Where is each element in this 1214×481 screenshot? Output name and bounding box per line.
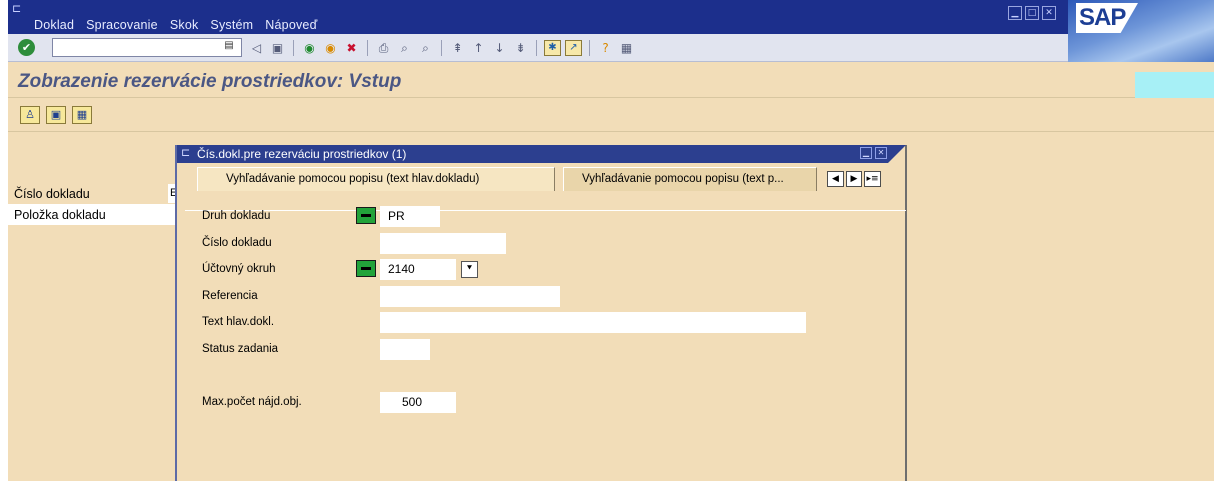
find-icon[interactable]: ⌕	[396, 40, 413, 56]
tab-search-item-text[interactable]: Vyhľadávanie pomocou popisu (text p...	[563, 167, 817, 191]
uctovny-okruh-input[interactable]	[380, 259, 456, 280]
max-pocet-input[interactable]	[380, 392, 456, 413]
last-page-icon[interactable]: ⇟	[512, 40, 529, 56]
exit-icon[interactable]: ◉	[322, 40, 339, 56]
popup-close-icon[interactable]: ✕	[875, 147, 887, 159]
menu-item-system[interactable]: Systém	[210, 18, 253, 32]
text-hlav-dokl-label: Text hlav.dokl.	[202, 316, 275, 328]
back-icon[interactable]: ◁	[248, 40, 265, 56]
druh-dokladu-label: Druh dokladu	[202, 210, 271, 222]
save-icon[interactable]: ▣	[269, 40, 286, 56]
background-row-cislo-dokladu: Číslo dokladu E	[8, 183, 180, 204]
shortcut-icon[interactable]: ↗	[565, 40, 582, 56]
tab-navigation: ◀ ▶ ▸≡	[827, 171, 881, 187]
background-label: Položka dokladu	[14, 208, 106, 222]
row-uctovny-okruh: Účtovný okruh ⯆	[177, 258, 877, 280]
popup-title-bar: ⊏ Čís.dokl.pre rezerváciu prostriedkov (…	[177, 145, 906, 163]
toolbar-separator	[367, 40, 368, 56]
row-max-pocet: Max.počet nájd.obj.	[177, 391, 877, 413]
tab-scroll-right-icon[interactable]: ▶	[846, 171, 862, 187]
search-help-popup: ⊏ Čís.dokl.pre rezerváciu prostriedkov (…	[175, 145, 906, 481]
popup-title: Čís.dokl.pre rezerváciu prostriedkov (1)	[197, 147, 407, 161]
sap-window: ⊏ Doklad Spracovanie Skok Systém Nápoveď…	[8, 0, 1214, 481]
status-zadania-input[interactable]	[380, 339, 430, 360]
required-entry-icon	[356, 260, 376, 277]
background-row-polozka-dokladu: Položka dokladu	[8, 204, 180, 225]
title-bar: Zobrazenie rezervácie prostriedkov: Vstu…	[8, 62, 1214, 99]
cancel-icon[interactable]: ✖	[343, 40, 360, 56]
create-session-icon[interactable]: ✱	[544, 40, 561, 56]
menu: Doklad Spracovanie Skok Systém Nápoveď	[34, 18, 317, 32]
toolbar-separator	[293, 40, 294, 56]
status-zadania-label: Status zadania	[202, 343, 279, 355]
user-icon[interactable]: ♙	[20, 106, 40, 124]
ok-icon[interactable]: ✔	[18, 39, 35, 56]
tab-strip: Vyhľadávanie pomocou popisu (text hlav.d…	[177, 163, 906, 211]
close-icon[interactable]: ✕	[1042, 6, 1056, 20]
help-icon[interactable]: ?	[597, 40, 614, 56]
popup-right-border	[906, 145, 914, 481]
value-help-icon[interactable]: ⯆	[461, 261, 478, 278]
required-entry-icon	[356, 207, 376, 224]
layout-icon[interactable]: ▦	[618, 40, 635, 56]
row-cislo-dokladu: Číslo dokladu	[177, 232, 877, 254]
row-druh-dokladu: Druh dokladu	[177, 205, 877, 227]
find-next-icon[interactable]: ⌕	[417, 40, 434, 56]
standard-toolbar: ✔ ▤ ◁ ▣ ◉ ◉ ✖ ⎙ ⌕ ⌕ ⇞ ↑ ↓ ⇟ ✱ ↗ ? ▦	[8, 34, 1068, 62]
first-page-icon[interactable]: ⇞	[449, 40, 466, 56]
command-field[interactable]	[52, 38, 242, 57]
uctovny-okruh-label: Účtovný okruh	[202, 263, 276, 275]
cislo-dokladu-label: Číslo dokladu	[202, 237, 272, 249]
window-controls: ▁ □ ✕	[1008, 6, 1056, 20]
popup-window-controls: ▁ ✕	[860, 147, 887, 159]
toolbar-icons: ◁ ▣ ◉ ◉ ✖ ⎙ ⌕ ⌕ ⇞ ↑ ↓ ⇟ ✱ ↗ ? ▦	[248, 40, 635, 56]
tab-list-icon[interactable]: ▸≡	[864, 171, 881, 187]
next-page-icon[interactable]: ↓	[491, 40, 508, 56]
previous-page-icon[interactable]: ↑	[470, 40, 487, 56]
application-toolbar: ♙ ▣ ▦	[8, 98, 1214, 132]
print-icon[interactable]: ⎙	[375, 40, 392, 56]
minimize-icon[interactable]: ▁	[1008, 6, 1022, 20]
maximize-icon[interactable]: □	[1025, 6, 1039, 20]
popup-minimize-icon[interactable]: ▁	[860, 147, 872, 159]
menu-item-doklad[interactable]: Doklad	[34, 18, 74, 32]
text-hlav-dokl-input[interactable]	[380, 312, 806, 333]
row-status-zadania: Status zadania	[177, 338, 877, 360]
menu-bar: ⊏ Doklad Spracovanie Skok Systém Nápoveď…	[8, 0, 1214, 34]
tab-label: Vyhľadávanie pomocou popisu (text hlav.d…	[226, 173, 480, 185]
menu-item-skok[interactable]: Skok	[170, 18, 199, 32]
tab-label: Vyhľadávanie pomocou popisu (text p...	[582, 173, 784, 185]
display-icon[interactable]: ▣	[46, 106, 66, 124]
druh-dokladu-input[interactable]	[380, 206, 440, 227]
row-referencia: Referencia	[177, 285, 877, 307]
green-back-icon[interactable]: ◉	[301, 40, 318, 56]
row-text-hlav-dokl: Text hlav.dokl.	[177, 311, 877, 333]
popup-system-icon[interactable]: ⊏	[181, 146, 190, 159]
system-menu-icon[interactable]: ⊏	[12, 2, 21, 15]
sap-logo-text: SAP	[1079, 4, 1126, 31]
page-title: Zobrazenie rezervácie prostriedkov: Vstu…	[18, 71, 402, 92]
sap-logo: SAP	[1068, 0, 1214, 62]
toolbar-separator	[536, 40, 537, 56]
referencia-input[interactable]	[380, 286, 560, 307]
tab-search-header-text[interactable]: Vyhľadávanie pomocou popisu (text hlav.d…	[197, 167, 555, 191]
grid-icon[interactable]: ▦	[72, 106, 92, 124]
title-accent	[1135, 72, 1214, 99]
referencia-label: Referencia	[202, 290, 258, 302]
toolbar-separator	[441, 40, 442, 56]
max-pocet-label: Max.počet nájd.obj.	[202, 396, 302, 408]
background-label: Číslo dokladu	[14, 187, 90, 201]
toolbar-separator	[589, 40, 590, 56]
tab-scroll-left-icon[interactable]: ◀	[827, 171, 844, 187]
cislo-dokladu-input[interactable]	[380, 233, 506, 254]
menu-item-napoveda[interactable]: Nápoveď	[265, 18, 317, 32]
menu-item-spracovanie[interactable]: Spracovanie	[86, 18, 158, 32]
command-dropdown-icon[interactable]: ▤	[222, 40, 236, 54]
